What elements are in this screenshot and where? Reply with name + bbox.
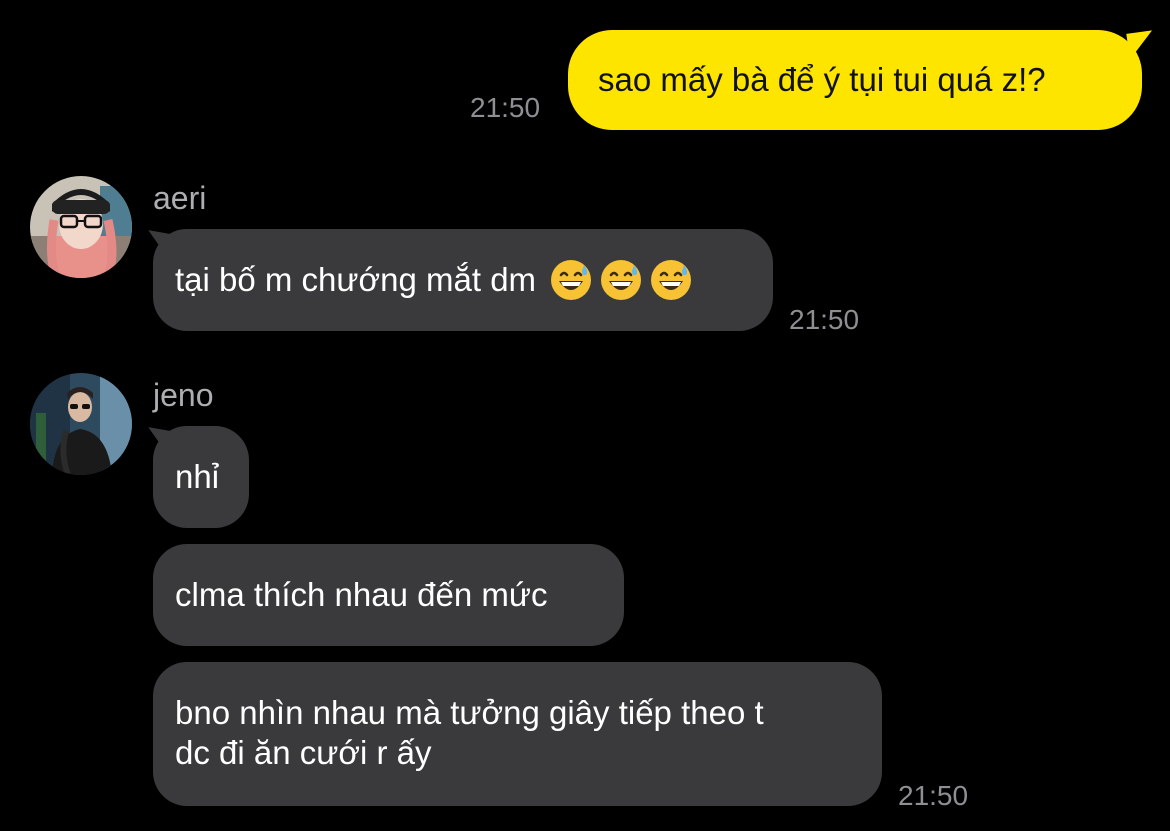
grinning-face-with-sweat-icon bbox=[600, 259, 642, 301]
grinning-face-with-sweat-icon bbox=[550, 259, 592, 301]
incoming-message-bubble[interactable]: clma thích nhau đến mức bbox=[153, 544, 624, 646]
message-text: nhỉ bbox=[175, 458, 220, 495]
sender-name: aeri bbox=[153, 180, 207, 216]
message-timestamp: 21:50 bbox=[470, 92, 541, 123]
sender-name: jeno bbox=[153, 377, 214, 413]
message-text: clma thích nhau đến mức bbox=[175, 576, 548, 613]
message-text-line: dc đi ăn cưới r ấy bbox=[175, 734, 432, 771]
incoming-message-bubble[interactable]: nhỉ bbox=[153, 426, 249, 528]
message-text-line: bno nhìn nhau mà tưởng giây tiếp theo t bbox=[175, 694, 764, 731]
message-timestamp: 21:50 bbox=[898, 780, 969, 811]
avatar-jeno[interactable] bbox=[30, 373, 132, 475]
incoming-message-bubble[interactable]: tại bố m chướng mắt dm bbox=[153, 229, 773, 331]
grinning-face-with-sweat-icon bbox=[650, 259, 692, 301]
bubble-tail bbox=[1126, 30, 1156, 60]
avatar-aeri[interactable] bbox=[30, 176, 132, 278]
outgoing-message-bubble[interactable]: sao mấy bà để ý tụi tui quá z!? bbox=[568, 30, 1142, 130]
message-text: sao mấy bà để ý tụi tui quá z!? bbox=[598, 61, 1046, 98]
incoming-message-bubble[interactable]: bno nhìn nhau mà tưởng giây tiếp theo t … bbox=[153, 662, 882, 806]
message-timestamp: 21:50 bbox=[789, 304, 860, 335]
message-text: tại bố m chướng mắt dm bbox=[175, 261, 537, 298]
